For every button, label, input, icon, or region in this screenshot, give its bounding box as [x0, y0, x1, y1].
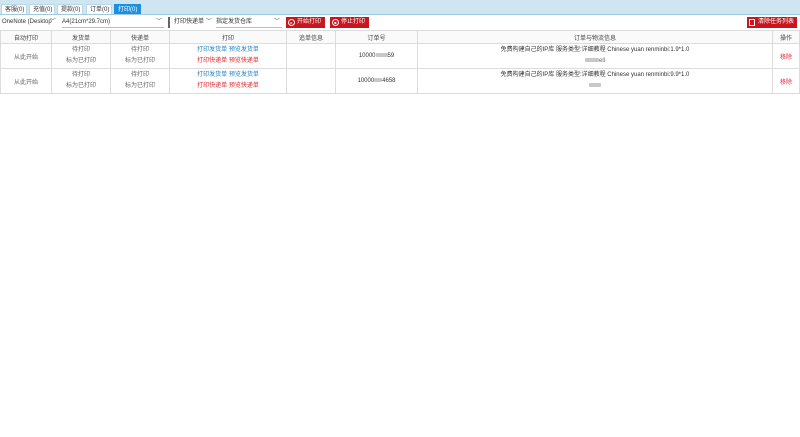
chevron-down-icon: ﹀ [155, 19, 162, 25]
redacted-digits [375, 53, 388, 58]
warehouse-value: 指定发货仓库 [216, 19, 253, 25]
tab-withdraw[interactable]: 提款(0) [57, 4, 83, 14]
print-ship-link[interactable]: 打印发货单 [197, 47, 227, 53]
ship-status: 待打印 [71, 47, 90, 53]
column-header: 操作 [772, 30, 800, 44]
mark-printed-link[interactable]: 标为已打印 [111, 81, 169, 92]
redacted-digits [374, 78, 383, 83]
clear-task-list-label: 清除任务列表 [758, 19, 795, 25]
order-info-text: 免费构建自己的IP库 服务类型:详细教程 Chinese yuan renmin… [500, 47, 690, 53]
clear-task-list-button[interactable]: 清除任务列表 [747, 17, 797, 28]
tab-orders[interactable]: 订单(0) [86, 4, 112, 14]
tab-customer-service[interactable]: 客服(0) [1, 4, 27, 14]
column-header: 自动打印 [0, 30, 52, 44]
column-header: 订单与物流信息 [417, 30, 773, 44]
mark-printed-link[interactable]: 标为已打印 [111, 56, 169, 67]
column-header: 发货单 [51, 30, 111, 44]
mark-printed-link[interactable]: 标为已打印 [52, 56, 110, 67]
preview-ship-link[interactable]: 预览发货单 [229, 72, 259, 78]
printer-select[interactable]: OneNote (Desktop ﹀ [2, 17, 58, 28]
print-express-link[interactable]: 打印快递单 [197, 58, 227, 64]
tab-recharge[interactable]: 充值(0) [29, 4, 55, 14]
start-from-here-link[interactable]: 从此开始 [14, 80, 38, 86]
paper-size-select[interactable]: A4(21cm*29.7cm) ﹀ [62, 17, 164, 28]
play-icon: ▸ [288, 19, 295, 26]
chevron-down-icon: ﹀ [205, 19, 212, 25]
preview-express-link[interactable]: 预览快递单 [229, 83, 259, 89]
table-header-row: 自动打印 发货单 快递单 打印 追单信息 订单号 订单与物流信息 操作 [0, 30, 800, 44]
table-row: 从此开始 待打印 标为已打印 待打印 标为已打印 打印发货单 预览发货单 打印快… [0, 43, 800, 69]
mark-printed-link[interactable]: 标为已打印 [52, 81, 110, 92]
remove-link[interactable]: 移除 [780, 55, 792, 61]
preview-ship-link[interactable]: 预览发货单 [229, 47, 259, 53]
start-print-button[interactable]: ▸ 开始打印 [286, 17, 325, 28]
remove-link[interactable]: 移除 [780, 80, 792, 86]
start-from-here-link[interactable]: 从此开始 [14, 55, 38, 61]
ship-status: 待打印 [71, 72, 90, 78]
chevron-down-icon: ﹀ [273, 19, 280, 25]
printer-select-value: OneNote (Desktop [2, 19, 52, 25]
stop-icon: ■ [332, 19, 339, 26]
redacted-text [589, 83, 601, 88]
preview-express-link[interactable]: 预览快递单 [229, 58, 259, 64]
column-header: 追单信息 [286, 30, 336, 44]
logistics-info [418, 81, 772, 92]
toolbar-divider [168, 17, 170, 28]
logistics-info: ell [418, 56, 772, 67]
order-number: 10000 4658 [357, 78, 396, 84]
column-header: 订单号 [335, 30, 418, 44]
trash-icon [749, 19, 755, 26]
stop-print-label: 停止打印 [341, 19, 366, 25]
column-header: 快递单 [110, 30, 170, 44]
warehouse-select[interactable]: 指定发货仓库 ﹀ [216, 17, 282, 28]
top-tab-bar: 客服(0) 充值(0) 提款(0) 订单(0) 打印(0) [0, 0, 800, 15]
print-express-link[interactable]: 打印快递单 [197, 83, 227, 89]
chevron-down-icon: ﹀ [49, 19, 56, 25]
column-header: 打印 [169, 30, 287, 44]
paper-size-value: A4(21cm*29.7cm) [62, 19, 111, 25]
order-number: 10000 59 [358, 53, 395, 59]
tab-print[interactable]: 打印(0) [114, 4, 141, 14]
stop-print-button[interactable]: ■ 停止打印 [330, 17, 369, 28]
print-task-table: 自动打印 发货单 快递单 打印 追单信息 订单号 订单与物流信息 操作 从此开始… [0, 30, 800, 94]
table-row: 从此开始 待打印 标为已打印 待打印 标为已打印 打印发货单 预览发货单 打印快… [0, 68, 800, 94]
redacted-text [584, 58, 599, 63]
print-ship-link[interactable]: 打印发货单 [197, 72, 227, 78]
express-status: 待打印 [130, 72, 149, 78]
print-mode-select[interactable]: 打印快递单 ﹀ [174, 17, 214, 28]
print-mode-value: 打印快递单 [174, 19, 205, 25]
order-info-text: 免费构建自己的IP库 服务类型:详细教程 Chinese yuan renmin… [500, 72, 690, 78]
print-toolbar: OneNote (Desktop ﹀ A4(21cm*29.7cm) ﹀ 打印快… [0, 16, 800, 29]
express-status: 待打印 [130, 47, 149, 53]
start-print-label: 开始打印 [297, 19, 322, 25]
